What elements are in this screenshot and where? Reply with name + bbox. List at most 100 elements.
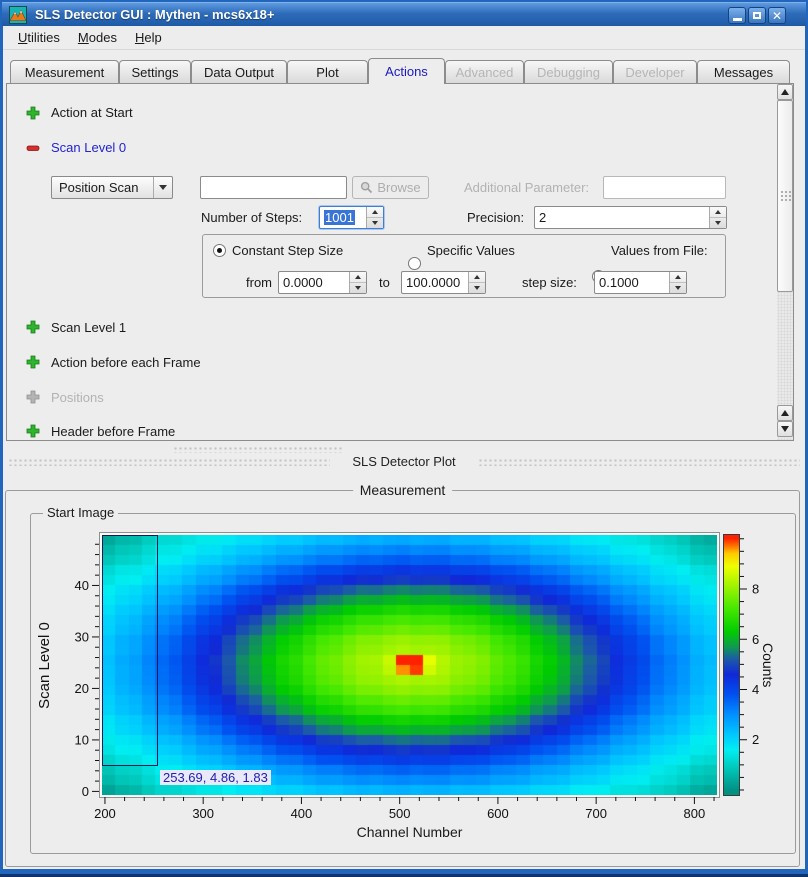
close-icon: ✕ — [772, 10, 782, 22]
menu-utilities[interactable]: Utilities — [9, 27, 69, 48]
maximize-button[interactable] — [748, 7, 766, 24]
dock-title-dots-left — [8, 458, 330, 466]
additional-parameter-label: Additional Parameter: — [464, 180, 589, 195]
precision-spinbox[interactable]: 2 — [534, 206, 727, 229]
scan-level-1-label[interactable]: Scan Level 1 — [51, 320, 126, 335]
menu-bar: Utilities Modes Help — [3, 26, 805, 50]
svg-text:0: 0 — [82, 784, 89, 799]
plus-icon[interactable] — [25, 105, 41, 121]
step-size-value[interactable]: 0.1000 — [595, 272, 669, 293]
actions-tab-pane: Action at Start Scan Level 0 Position Sc… — [6, 83, 794, 441]
app-logo-icon — [9, 6, 27, 24]
radio-specific-values[interactable] — [408, 257, 421, 270]
radio-constant-step-size-label[interactable]: Constant Step Size — [232, 243, 343, 258]
arrow-up-icon — [781, 89, 789, 95]
start-image-groupbox: Start Image Scan Level 0 253.69, 4.86, 1… — [30, 513, 796, 854]
maximize-icon — [753, 12, 761, 19]
action-before-frame-label[interactable]: Action before each Frame — [51, 355, 201, 370]
svg-text:600: 600 — [487, 806, 509, 821]
app-window: SLS Detector GUI : Mythen - mcs6x18+ ✕ U… — [0, 0, 808, 877]
additional-parameter-input — [603, 176, 726, 199]
plus-icon-disabled — [25, 389, 41, 405]
scan-mode-selected: Position Scan — [52, 180, 153, 195]
radio-constant-step-size[interactable] — [213, 244, 226, 257]
plus-icon[interactable] — [25, 319, 41, 335]
title-bar[interactable]: SLS Detector GUI : Mythen - mcs6x18+ ✕ — [2, 2, 806, 26]
vertical-scrollbar[interactable] — [777, 84, 793, 440]
colorbar-title: Counts — [760, 643, 776, 687]
to-value[interactable]: 100.0000 — [402, 272, 468, 293]
scrollbar-thumb[interactable] — [777, 100, 793, 292]
svg-text:6: 6 — [752, 632, 759, 647]
precision-arrows[interactable] — [709, 207, 726, 228]
scan-script-input[interactable] — [200, 176, 347, 199]
action-at-start-label[interactable]: Action at Start — [51, 105, 133, 120]
positions-label: Positions — [51, 390, 104, 405]
num-steps-arrows[interactable] — [366, 207, 383, 228]
tab-actions[interactable]: Actions — [368, 58, 445, 84]
cursor-position-tooltip: 253.69, 4.86, 1.83 — [160, 770, 271, 785]
scroll-up-button-2[interactable] — [777, 405, 793, 421]
grip-dots — [780, 190, 791, 203]
precision-label: Precision: — [467, 210, 524, 225]
num-steps-spinbox[interactable]: 1001 — [319, 206, 384, 229]
svg-text:20: 20 — [75, 681, 89, 696]
minus-icon[interactable] — [25, 140, 41, 156]
menu-modes[interactable]: Modes — [69, 27, 126, 48]
svg-text:40: 40 — [75, 578, 89, 593]
svg-text:30: 30 — [75, 629, 89, 644]
num-steps-value[interactable]: 1001 — [324, 210, 355, 225]
radio-specific-values-label[interactable]: Specific Values — [427, 243, 515, 258]
arrow-up-icon — [781, 410, 789, 416]
radio-values-from-file-label[interactable]: Values from File: — [611, 243, 708, 258]
num-steps-label: Number of Steps: — [201, 210, 302, 225]
svg-text:500: 500 — [389, 806, 411, 821]
y-axis-title-wrap: Scan Level 0 — [33, 535, 55, 795]
to-spinbox[interactable]: 100.0000 — [401, 271, 486, 294]
svg-text:300: 300 — [192, 806, 214, 821]
minimize-button[interactable] — [728, 7, 746, 24]
colorbar — [723, 534, 740, 796]
plus-icon[interactable] — [25, 354, 41, 370]
tab-developer: Developer — [613, 60, 697, 83]
from-spinbox[interactable]: 0.0000 — [278, 271, 367, 294]
scan-mode-combobox[interactable]: Position Scan — [51, 176, 173, 199]
arrow-down-icon — [781, 426, 789, 432]
combo-dropdown-button[interactable] — [153, 177, 172, 198]
header-before-frame-label[interactable]: Header before Frame — [51, 424, 175, 439]
window-title: SLS Detector GUI : Mythen - mcs6x18+ — [35, 7, 275, 22]
svg-text:4: 4 — [752, 682, 759, 697]
magnifier-icon — [360, 181, 373, 194]
browse-button: Browse — [352, 176, 429, 199]
svg-text:200: 200 — [94, 806, 116, 821]
zoom-selection-rect[interactable] — [102, 535, 158, 766]
tab-settings[interactable]: Settings — [119, 60, 191, 83]
from-value[interactable]: 0.0000 — [279, 272, 349, 293]
svg-text:10: 10 — [75, 732, 89, 747]
svg-text:8: 8 — [752, 582, 759, 597]
tab-advanced: Advanced — [445, 60, 524, 83]
x-axis-title: Channel Number — [102, 824, 717, 840]
svg-text:700: 700 — [585, 806, 607, 821]
dock-title-dots-right — [478, 458, 800, 466]
browse-label: Browse — [377, 180, 420, 195]
tab-messages[interactable]: Messages — [697, 60, 790, 83]
plus-icon[interactable] — [25, 423, 41, 439]
chevron-down-icon — [159, 185, 167, 190]
tab-data-output[interactable]: Data Output — [191, 60, 287, 83]
heatmap-canvas[interactable] — [102, 535, 717, 795]
splitter-handle[interactable] — [173, 446, 343, 453]
svg-text:2: 2 — [752, 732, 759, 747]
scroll-up-button[interactable] — [777, 84, 793, 100]
measurement-title: Measurement — [353, 482, 453, 498]
central-widget: Measurement Settings Data Output Plot Ac… — [3, 50, 805, 869]
from-label: from — [246, 275, 272, 290]
tab-plot[interactable]: Plot — [287, 60, 368, 83]
tab-measurement[interactable]: Measurement — [10, 60, 119, 83]
precision-value[interactable]: 2 — [535, 207, 709, 228]
menu-help[interactable]: Help — [126, 27, 171, 48]
scan-level-0-label[interactable]: Scan Level 0 — [51, 140, 126, 155]
close-button[interactable]: ✕ — [768, 7, 786, 24]
scroll-down-button[interactable] — [777, 421, 793, 437]
step-size-spinbox[interactable]: 0.1000 — [594, 271, 687, 294]
